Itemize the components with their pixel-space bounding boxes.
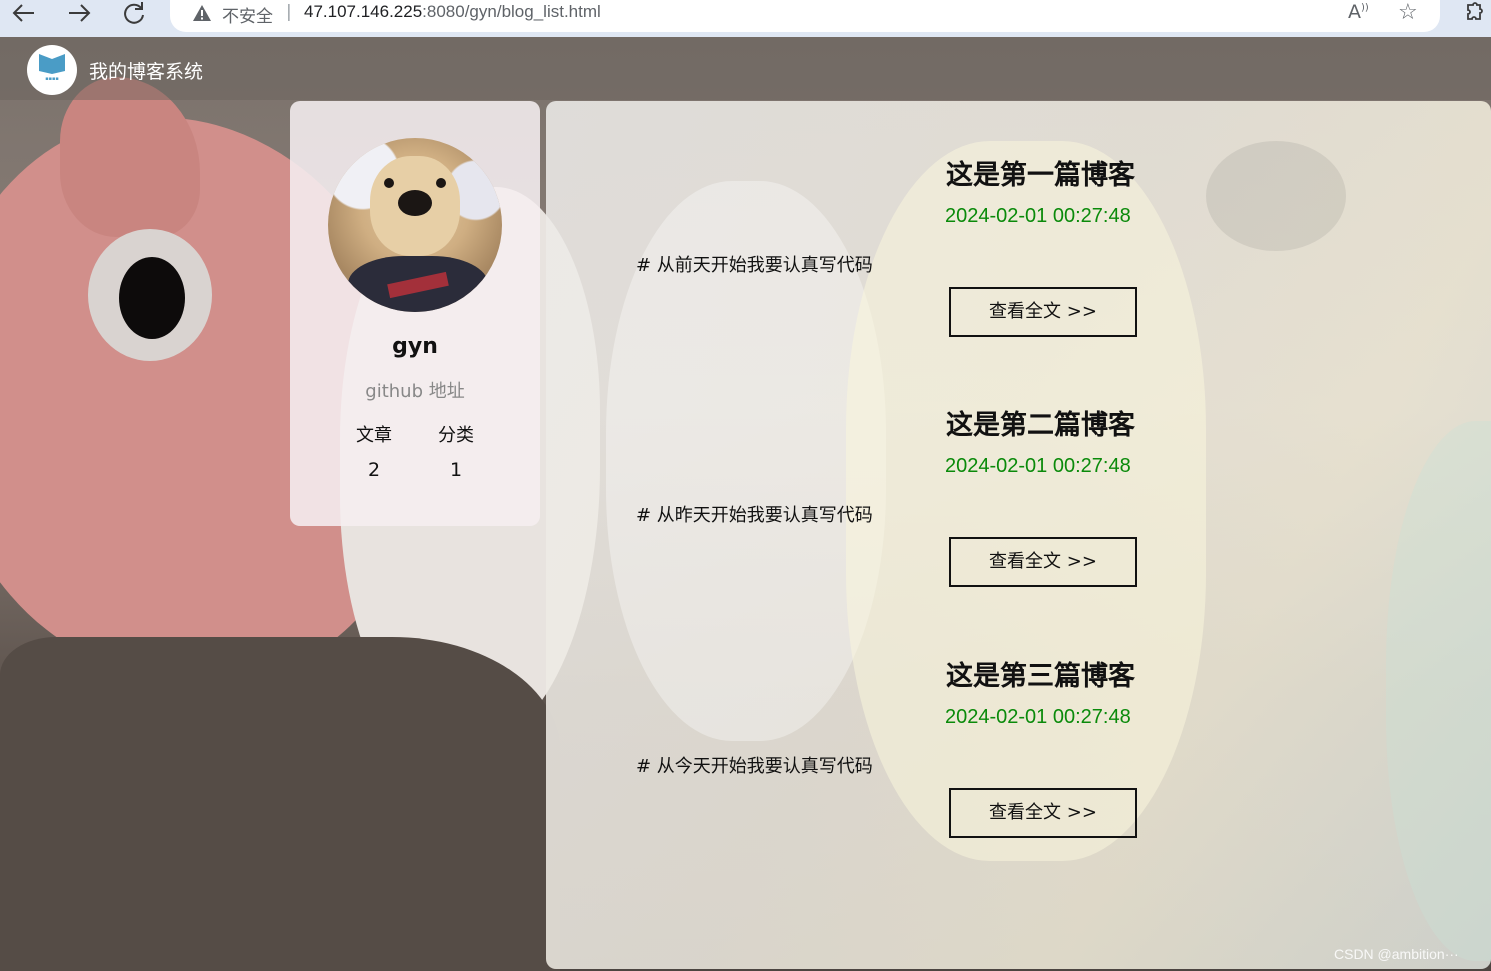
puzzle-icon[interactable] — [1462, 1, 1486, 31]
url-separator: | — [286, 2, 292, 22]
read-more-button[interactable]: 查看全文 >> — [949, 287, 1137, 337]
read-aloud-icon[interactable]: A)) — [1348, 1, 1369, 23]
forward-arrow-icon[interactable] — [64, 0, 94, 26]
blog-date: 2024-02-01 00:27:48 — [945, 706, 1131, 728]
blog-summary: # 从今天开始我要认真写代码 — [636, 756, 873, 777]
username: gyn — [392, 334, 438, 359]
blog-item: 这是第二篇博客 2024-02-01 00:27:48 # 从昨天开始我要认真写… — [546, 403, 1491, 633]
stat-value-articles: 2 — [367, 459, 381, 481]
profile-card: gyn github 地址 文章 分类 2 1 — [290, 101, 540, 526]
stat-label-articles: 文章 — [356, 425, 392, 446]
read-more-button[interactable]: 查看全文 >> — [949, 788, 1137, 838]
url-host: 47.107.146.225 — [304, 2, 423, 21]
blog-title: 这是第二篇博客 — [946, 410, 1135, 441]
star-icon[interactable]: ☆ — [1398, 0, 1418, 25]
book-icon — [39, 54, 65, 74]
blog-date: 2024-02-01 00:27:48 — [945, 455, 1131, 477]
reload-icon[interactable] — [119, 0, 149, 26]
browser-toolbar: 不安全 | 47.107.146.225:8080/gyn/blog_list.… — [0, 0, 1491, 37]
security-label[interactable]: 不安全 — [222, 2, 273, 27]
blog-list-panel: 这是第一篇博客 2024-02-01 00:27:48 # 从前天开始我要认真写… — [546, 101, 1491, 969]
site-header: ▪▪▪▪ 我的博客系统 — [0, 37, 1491, 100]
blog-summary: # 从昨天开始我要认真写代码 — [636, 505, 873, 526]
site-title: 我的博客系统 — [89, 61, 204, 83]
github-link[interactable]: github 地址 — [290, 377, 540, 403]
url-text[interactable]: 47.107.146.225:8080/gyn/blog_list.html — [304, 2, 601, 22]
blog-summary: # 从前天开始我要认真写代码 — [636, 255, 873, 276]
blog-date: 2024-02-01 00:27:48 — [945, 205, 1131, 227]
blog-title: 这是第一篇博客 — [946, 160, 1135, 191]
warning-icon — [192, 3, 212, 23]
blog-title: 这是第三篇博客 — [946, 661, 1135, 692]
address-bar[interactable]: 不安全 | 47.107.146.225:8080/gyn/blog_list.… — [170, 0, 1440, 32]
blog-item: 这是第三篇博客 2024-02-01 00:27:48 # 从今天开始我要认真写… — [546, 654, 1491, 884]
stat-value-categories: 1 — [449, 459, 463, 481]
read-more-button[interactable]: 查看全文 >> — [949, 537, 1137, 587]
watermark: CSDN @ambition··· — [1334, 946, 1459, 962]
url-path: :8080/gyn/blog_list.html — [422, 2, 601, 21]
back-arrow-icon[interactable] — [9, 0, 39, 26]
blog-item: 这是第一篇博客 2024-02-01 00:27:48 # 从前天开始我要认真写… — [546, 153, 1491, 383]
avatar — [328, 138, 502, 312]
stat-label-categories: 分类 — [438, 425, 474, 446]
site-logo[interactable]: ▪▪▪▪ — [27, 45, 77, 95]
